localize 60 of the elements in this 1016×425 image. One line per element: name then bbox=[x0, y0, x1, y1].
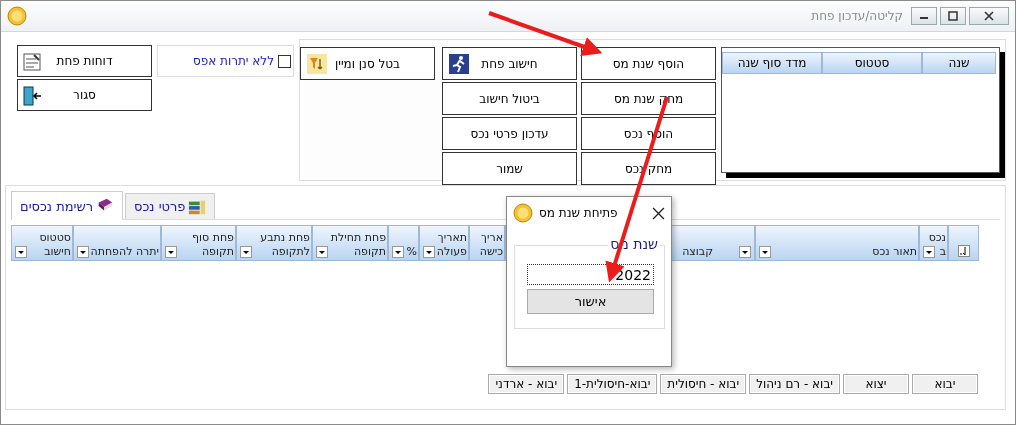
action-button[interactable]: חישוב פחת bbox=[442, 47, 577, 80]
exit-door-icon bbox=[22, 86, 42, 106]
import-button[interactable]: יבוא - ארדני bbox=[488, 374, 565, 394]
column-header[interactable] bbox=[948, 225, 979, 261]
dropdown-icon[interactable] bbox=[923, 246, 935, 258]
dropdown-icon[interactable] bbox=[759, 246, 771, 258]
coin-icon bbox=[7, 6, 27, 26]
import-button[interactable]: יבוא - חיסולית bbox=[660, 374, 747, 394]
ok-button[interactable]: אישור bbox=[527, 289, 654, 314]
import-button[interactable]: יבוא - רם ניהול bbox=[749, 374, 840, 394]
dialog-title: פתיחת שנת מס bbox=[539, 206, 618, 220]
action-button[interactable]: עדכון פרטי נכס bbox=[442, 117, 577, 150]
tab[interactable]: רשימת נכסים bbox=[11, 191, 123, 220]
side-button[interactable]: דוחות פחת bbox=[17, 45, 152, 77]
close-button[interactable] bbox=[652, 206, 665, 220]
action-button[interactable]: ביטול חישוב bbox=[442, 82, 577, 115]
maximize-button[interactable] bbox=[940, 7, 966, 25]
filter-icon bbox=[307, 54, 327, 74]
clear-filter-button[interactable]: בטל סנן ומיין bbox=[300, 47, 435, 80]
dropdown-icon[interactable] bbox=[77, 246, 89, 258]
side-button[interactable]: סגור bbox=[17, 79, 152, 111]
dropdown-icon[interactable] bbox=[316, 246, 328, 258]
dropdown-icon[interactable] bbox=[423, 246, 435, 258]
minimize-button[interactable] bbox=[911, 7, 937, 25]
tab[interactable]: פרטי נכס bbox=[125, 193, 216, 219]
column-header[interactable]: יתרה להפחתה bbox=[73, 225, 161, 261]
column-header[interactable]: מדד סוף שנה bbox=[722, 52, 822, 74]
dropdown-icon[interactable] bbox=[15, 246, 27, 258]
column-header[interactable]: פחת תחילת תקופה bbox=[312, 225, 388, 261]
action-button[interactable]: שמור bbox=[442, 152, 577, 185]
action-button[interactable]: הוסף שנת מס bbox=[581, 47, 716, 80]
column-header[interactable]: שנה bbox=[922, 52, 996, 74]
running-man-icon bbox=[449, 54, 469, 74]
dropdown-icon[interactable] bbox=[392, 246, 404, 258]
sort-icon bbox=[958, 245, 970, 257]
column-header[interactable]: סטטוס חישוב bbox=[11, 225, 73, 261]
close-icon bbox=[984, 11, 994, 21]
report-icon bbox=[22, 52, 42, 72]
close-icon bbox=[652, 206, 665, 220]
action-button[interactable]: מחק נכס bbox=[581, 152, 716, 185]
input-field[interactable]: 2022 bbox=[527, 264, 654, 285]
window-title: קליטה/עדכון פחת bbox=[811, 9, 903, 23]
maximize-icon bbox=[948, 11, 958, 21]
dropdown-icon[interactable] bbox=[240, 246, 252, 258]
column-header[interactable]: פחת נתבע לתקופה bbox=[236, 225, 312, 261]
coin-icon bbox=[513, 203, 533, 223]
import-button[interactable]: יבוא bbox=[912, 374, 978, 394]
checkbox[interactable] bbox=[278, 54, 291, 68]
column-header[interactable]: פחת סוף תקופה bbox=[161, 225, 236, 261]
column-header[interactable]: סטטוס bbox=[822, 52, 922, 74]
close-button[interactable] bbox=[969, 7, 1009, 25]
import-button[interactable]: יצוא bbox=[843, 374, 909, 394]
column-header[interactable]: נכס ב bbox=[919, 225, 948, 261]
dropdown-icon[interactable] bbox=[165, 246, 177, 258]
import-button[interactable]: יבוא-חיסולית-1 bbox=[567, 374, 658, 394]
column-header[interactable]: אריך כישה bbox=[469, 225, 505, 261]
column-header[interactable]: תאריך פעולה bbox=[419, 225, 469, 261]
column-header[interactable]: % bbox=[388, 225, 419, 261]
dropdown-icon[interactable] bbox=[739, 246, 751, 258]
column-header[interactable]: תאור נכס bbox=[755, 225, 919, 261]
